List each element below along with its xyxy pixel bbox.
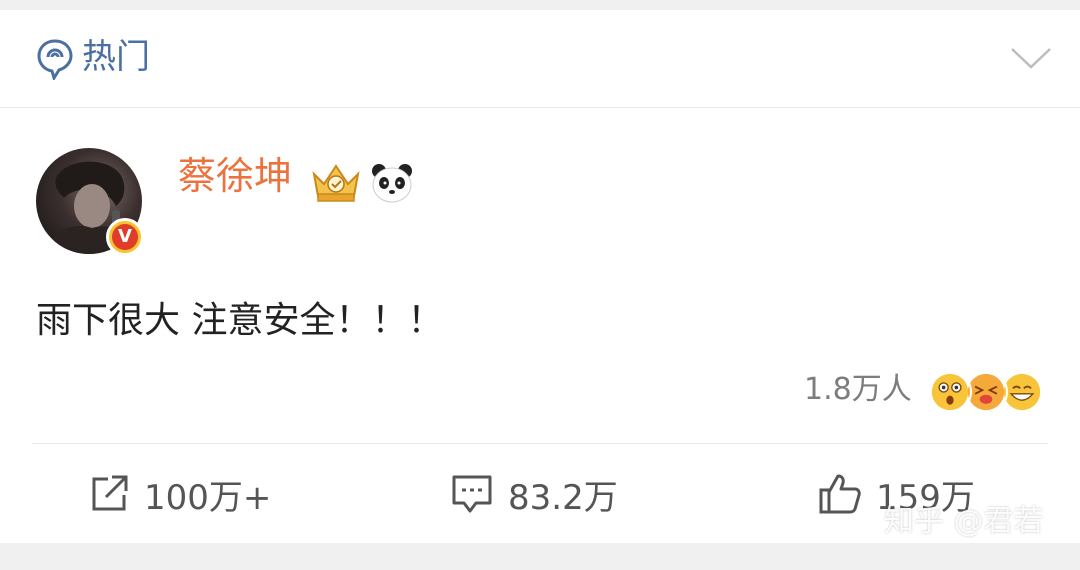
reaction-emoji-stack[interactable] bbox=[928, 370, 1048, 420]
user-avatar[interactable]: V bbox=[36, 148, 146, 258]
weibo-card: 热门 V 蔡徐坤 雨下很大 注意安全！！！ 1.8万人 100万+ 83.2万 … bbox=[0, 10, 1080, 543]
crown-badge-icon[interactable] bbox=[310, 160, 362, 204]
comment-button[interactable]: 83.2万 bbox=[450, 468, 618, 520]
watermark: 知乎 @君若 bbox=[884, 504, 1044, 539]
share-button[interactable]: 100万+ bbox=[88, 468, 271, 520]
verified-badge-letter: V bbox=[112, 224, 138, 250]
post-text[interactable]: 雨下很大 注意安全！！！ bbox=[36, 296, 443, 346]
hot-topic-icon bbox=[37, 39, 73, 80]
section-title[interactable]: 热门 bbox=[82, 34, 150, 80]
section-header: 热门 bbox=[0, 10, 1080, 108]
reaction-count[interactable]: 1.8万人 bbox=[804, 368, 912, 412]
comment-icon bbox=[452, 475, 492, 513]
divider bbox=[32, 443, 1048, 444]
panda-icon bbox=[372, 164, 412, 203]
share-icon bbox=[92, 475, 128, 511]
verified-badge: V bbox=[106, 218, 144, 256]
username[interactable]: 蔡徐坤 bbox=[178, 150, 292, 202]
shocked-emoji-icon bbox=[928, 370, 972, 414]
share-count: 100万+ bbox=[144, 477, 272, 518]
comment-count: 83.2万 bbox=[508, 477, 618, 518]
thumbs-up-icon bbox=[819, 474, 861, 514]
chevron-down-icon[interactable] bbox=[1010, 46, 1052, 70]
